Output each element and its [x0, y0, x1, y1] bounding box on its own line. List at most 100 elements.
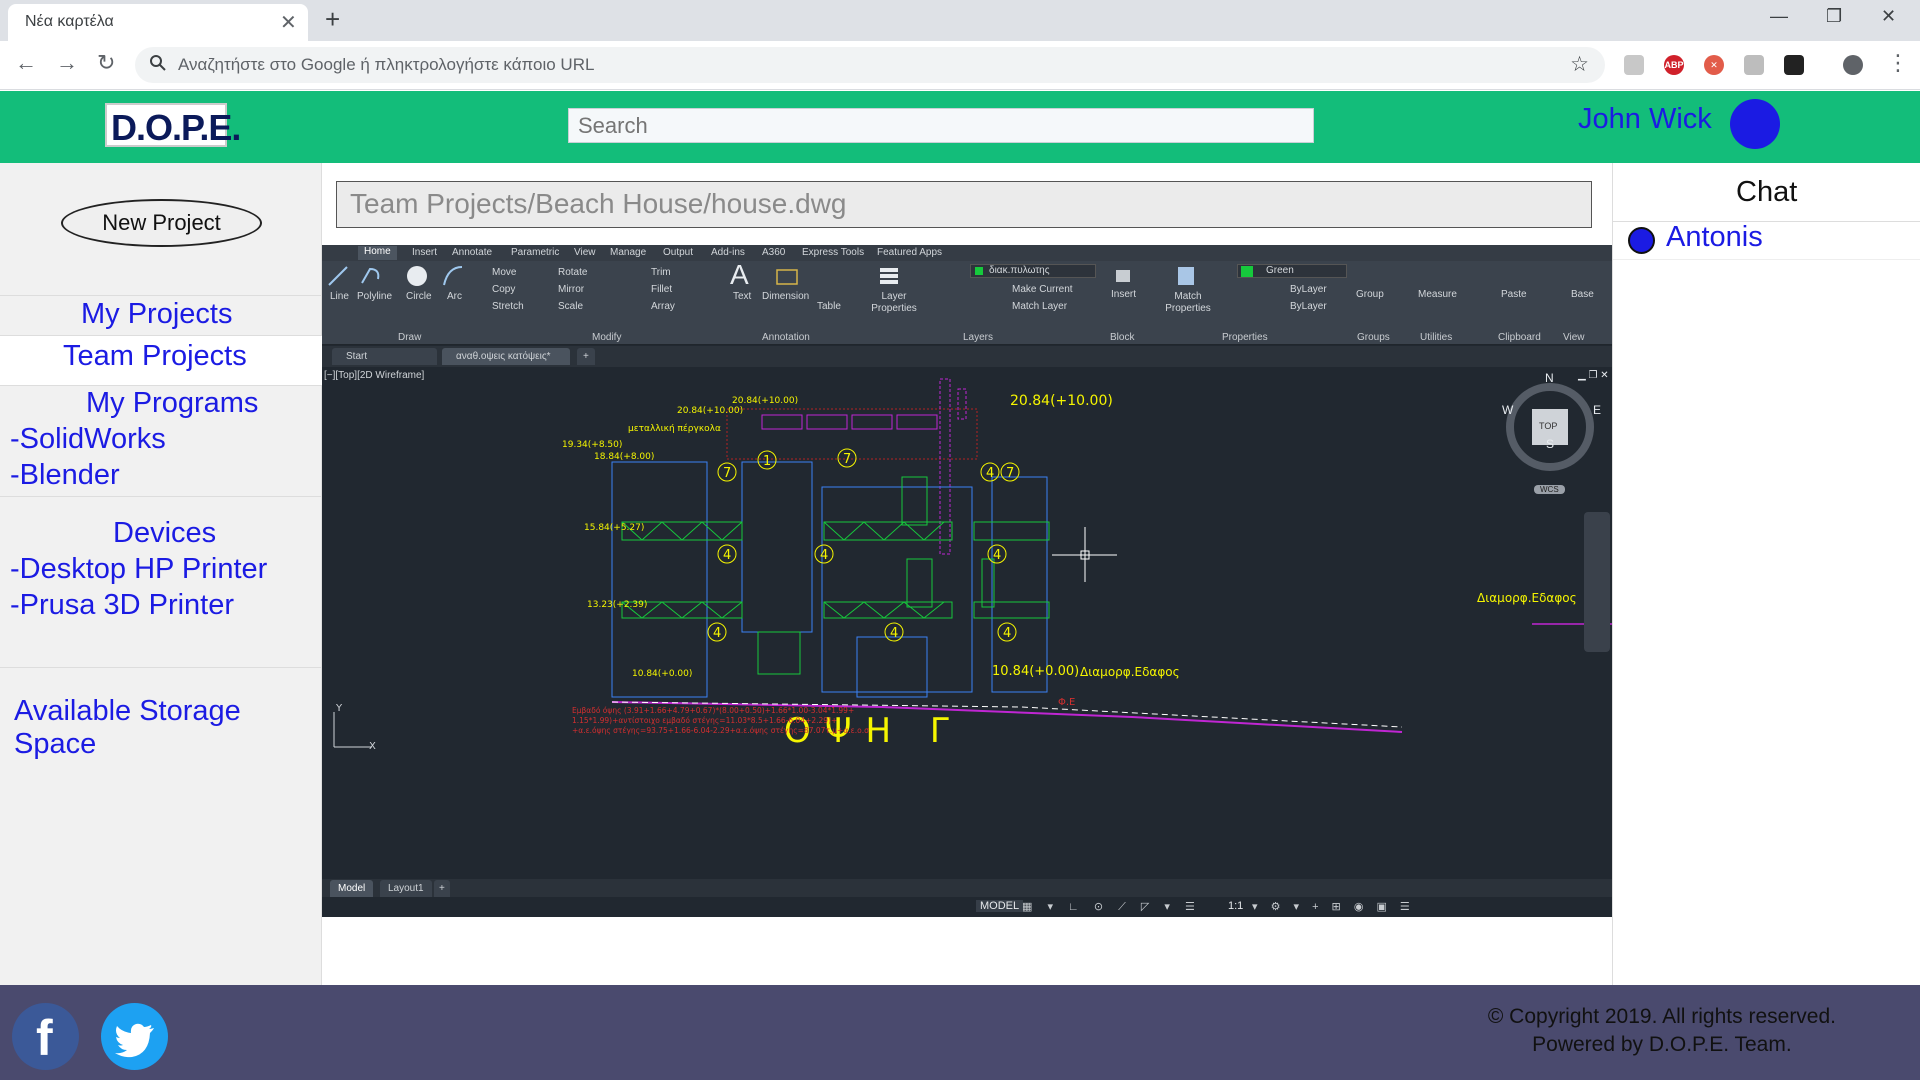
line-icon[interactable] — [327, 265, 349, 287]
navigation-bar[interactable] — [1584, 512, 1610, 652]
tool-polyline[interactable]: Polyline — [357, 291, 392, 302]
program-blender[interactable]: -Blender — [10, 459, 120, 492]
tool-layer-properties[interactable]: Layer Properties — [867, 291, 921, 315]
file-path-bar[interactable]: Team Projects/Beach House/house.dwg — [336, 181, 1592, 228]
layer-dropdown[interactable]: διακ.πυλωτης — [970, 264, 1096, 278]
text-icon[interactable]: A — [730, 259, 749, 291]
color-dropdown[interactable]: Green — [1237, 264, 1347, 278]
layer-properties-icon[interactable] — [877, 264, 901, 288]
tool-match-properties[interactable]: Match Properties — [1164, 291, 1212, 315]
stop-extension-icon[interactable]: ✕ — [1704, 55, 1724, 75]
ribbon-tab-insert[interactable]: Insert — [412, 247, 437, 258]
tool-text[interactable]: Text — [733, 291, 751, 302]
tool-line[interactable]: Line — [330, 291, 349, 302]
reload-icon[interactable]: ↻ — [97, 50, 115, 76]
tool-stretch[interactable]: Stretch — [492, 301, 524, 312]
compass-west[interactable]: W — [1502, 403, 1513, 417]
menu-icon[interactable]: ⋮ — [1887, 50, 1909, 76]
viewcube-top[interactable]: TOP — [1539, 421, 1557, 431]
tampermonkey-extension-icon[interactable] — [1784, 55, 1804, 75]
avatar[interactable] — [1730, 99, 1780, 149]
drawing-viewport[interactable]: [−][Top][2D Wireframe] 1 7 7 7 4 4 4 4 4… — [322, 367, 1612, 879]
tool-move[interactable]: Move — [492, 267, 516, 278]
tool-mirror[interactable]: Mirror — [558, 284, 584, 295]
viewport-controls[interactable]: ▁ ❐ ✕ — [1578, 370, 1609, 381]
program-solidworks[interactable]: -SolidWorks — [10, 423, 166, 456]
bookmark-star-icon[interactable]: ☆ — [1570, 52, 1589, 77]
new-layout-icon[interactable]: + — [434, 880, 450, 897]
ribbon-tab-annotate[interactable]: Annotate — [452, 247, 492, 258]
circle-icon[interactable] — [405, 264, 429, 288]
tool-match-layer[interactable]: Match Layer — [1012, 301, 1067, 312]
doc-tab-drawing[interactable]: αναθ.οψεις κατόψεις* — [442, 348, 570, 365]
annotation-scale[interactable]: 1:1 — [1228, 900, 1243, 912]
facebook-icon[interactable]: f — [12, 1003, 79, 1070]
address-bar[interactable]: Αναζητήστε στο Google ή πληκτρολογήστε κ… — [135, 47, 1605, 83]
nav-team-projects[interactable]: Team Projects — [63, 340, 247, 373]
window-close-icon[interactable]: ✕ — [1881, 6, 1896, 27]
nav-my-projects[interactable]: My Projects — [81, 298, 232, 331]
profile-icon[interactable] — [1843, 55, 1863, 75]
tool-fillet[interactable]: Fillet — [651, 284, 672, 295]
tool-scale[interactable]: Scale — [558, 301, 583, 312]
status-tools[interactable]: ▦ ▾ ∟ ⊙ ⟋ ◸ ▾ ☰ — [1022, 900, 1201, 914]
user-name[interactable]: John Wick — [1578, 103, 1712, 136]
tool-copy[interactable]: Copy — [492, 284, 515, 295]
tool-paste[interactable]: Paste — [1501, 289, 1527, 300]
forward-icon[interactable]: → — [56, 50, 78, 76]
ribbon-tab-view[interactable]: View — [574, 247, 596, 258]
doc-tab-start[interactable]: Start — [332, 348, 437, 365]
tool-make-current[interactable]: Make Current — [1012, 284, 1073, 295]
device-hp-printer[interactable]: -Desktop HP Printer — [10, 553, 267, 586]
arc-icon[interactable] — [442, 265, 464, 287]
ribbon-tab-a360[interactable]: A360 — [762, 247, 785, 258]
tool-trim[interactable]: Trim — [651, 267, 671, 278]
adblock-extension-icon[interactable]: ABP — [1664, 55, 1684, 75]
new-tab-icon[interactable]: + — [325, 4, 340, 35]
ribbon-tab-express-tools[interactable]: Express Tools — [802, 247, 864, 258]
new-doc-tab-icon[interactable]: + — [577, 348, 595, 365]
compass-east[interactable]: E — [1593, 403, 1601, 417]
tool-insert[interactable]: Insert — [1111, 289, 1136, 300]
wcs-menu[interactable]: WCS — [1534, 485, 1565, 494]
autocad-window[interactable]: Home Insert Annotate Parametric View Man… — [322, 245, 1612, 917]
browser-tab[interactable]: Νέα καρτέλα ✕ — [8, 4, 308, 41]
compass-south[interactable]: S — [1546, 437, 1554, 451]
layout-tab-layout1[interactable]: Layout1 — [380, 880, 432, 897]
layout-tab-model[interactable]: Model — [330, 880, 374, 897]
tool-table[interactable]: Table — [817, 301, 841, 312]
dimension-icon[interactable] — [774, 264, 800, 288]
tool-circle[interactable]: Circle — [406, 291, 432, 302]
ribbon-tab-addins[interactable]: Add-ins — [711, 247, 745, 258]
extension-icon[interactable] — [1744, 55, 1764, 75]
compass-north[interactable]: N — [1545, 371, 1554, 385]
chat-user-antonis[interactable]: Antonis — [1666, 221, 1763, 254]
linetype-dropdown[interactable]: ByLayer — [1290, 284, 1327, 295]
tool-measure[interactable]: Measure — [1418, 289, 1457, 300]
polyline-icon[interactable] — [360, 265, 382, 287]
lineweight-dropdown[interactable]: ByLayer — [1290, 301, 1327, 312]
restore-icon[interactable]: ❐ — [1826, 6, 1842, 27]
insert-icon[interactable] — [1112, 264, 1136, 288]
device-prusa-printer[interactable]: -Prusa 3D Printer — [10, 589, 234, 622]
tool-base[interactable]: Base — [1571, 289, 1594, 300]
minimize-icon[interactable]: — — [1770, 6, 1788, 27]
tool-rotate[interactable]: Rotate — [558, 267, 587, 278]
storage-link[interactable]: Available Storage Space — [14, 695, 321, 761]
tool-dimension[interactable]: Dimension — [762, 291, 809, 302]
ribbon-tab-featured-apps[interactable]: Featured Apps — [877, 247, 942, 258]
back-icon[interactable]: ← — [15, 50, 37, 76]
model-space-toggle[interactable]: MODEL — [976, 900, 1024, 912]
new-project-button[interactable]: New Project — [61, 199, 262, 247]
pdf-extension-icon[interactable] — [1624, 55, 1644, 75]
ribbon-tab-output[interactable]: Output — [663, 247, 693, 258]
logo[interactable]: D.O.P.E. — [105, 103, 241, 148]
ribbon-tab-manage[interactable]: Manage — [610, 247, 646, 258]
ribbon-tab-parametric[interactable]: Parametric — [511, 247, 559, 258]
twitter-icon[interactable] — [101, 1003, 168, 1070]
ribbon-tab-home[interactable]: Home — [358, 246, 397, 260]
tool-group[interactable]: Group — [1356, 289, 1384, 300]
tool-array[interactable]: Array — [651, 301, 675, 312]
match-properties-icon[interactable] — [1174, 264, 1198, 288]
tool-arc[interactable]: Arc — [447, 291, 462, 302]
